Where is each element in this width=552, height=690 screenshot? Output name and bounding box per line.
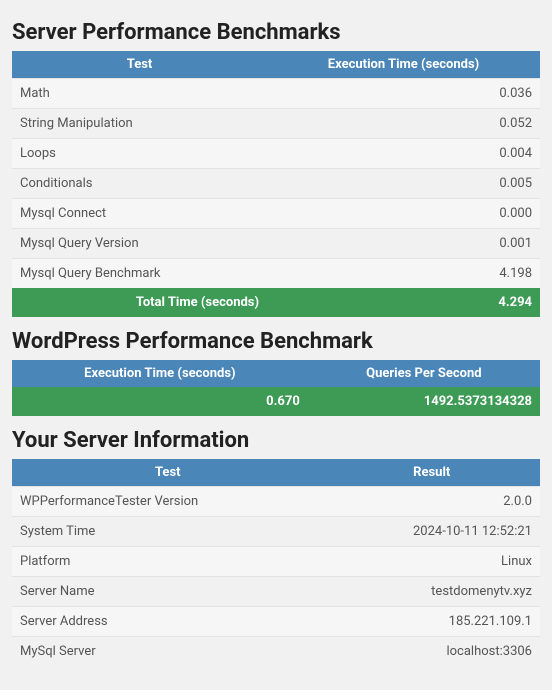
table-row: String Manipulation0.052 (12, 109, 540, 139)
test-name: String Manipulation (12, 109, 267, 139)
table-row: Conditionals0.005 (12, 169, 540, 199)
table-row: WPPerformanceTester Version2.0.0 (12, 487, 540, 517)
wp-qps: 1492.5373134328 (308, 387, 540, 416)
test-time: 0.001 (267, 229, 540, 259)
info-value: testdomenytv.xyz (323, 577, 540, 607)
test-time: 0.005 (267, 169, 540, 199)
total-label: Total Time (seconds) (12, 288, 267, 317)
table-row: Mysql Query Version0.001 (12, 229, 540, 259)
section2-title: WordPress Performance Benchmark (12, 329, 540, 354)
test-name: Mysql Query Benchmark (12, 259, 267, 289)
server-info-table: Test Result WPPerformanceTester Version2… (12, 459, 540, 666)
table-row: System Time2024-10-11 12:52:21 (12, 517, 540, 547)
info-key: System Time (12, 517, 323, 547)
wp-benchmark-table: Execution Time (seconds) Queries Per Sec… (12, 360, 540, 416)
total-row: Total Time (seconds) 4.294 (12, 288, 540, 317)
test-time: 0.004 (267, 139, 540, 169)
total-value: 4.294 (267, 288, 540, 317)
table-row: Mysql Query Benchmark4.198 (12, 259, 540, 289)
test-name: Math (12, 79, 267, 109)
info-value: localhost:3306 (323, 637, 540, 667)
test-name: Loops (12, 139, 267, 169)
col-exec-time-header: Execution Time (seconds) (12, 360, 308, 387)
info-key: Server Address (12, 607, 323, 637)
section3-title: Your Server Information (12, 428, 540, 453)
test-name: Mysql Connect (12, 199, 267, 229)
table-row: Server Address185.221.109.1 (12, 607, 540, 637)
test-time: 0.052 (267, 109, 540, 139)
test-name: Conditionals (12, 169, 267, 199)
test-name: Mysql Query Version (12, 229, 267, 259)
info-key: Platform (12, 547, 323, 577)
table-row: Server Nametestdomenytv.xyz (12, 577, 540, 607)
test-time: 4.198 (267, 259, 540, 289)
info-key: MySql Server (12, 637, 323, 667)
info-value: Linux (323, 547, 540, 577)
info-value: 185.221.109.1 (323, 607, 540, 637)
table-row: MySql Serverlocalhost:3306 (12, 637, 540, 667)
col-test-header: Test (12, 51, 267, 79)
col-qps-header: Queries Per Second (308, 360, 540, 387)
info-value: 2024-10-11 12:52:21 (323, 517, 540, 547)
info-value: 2.0.0 (323, 487, 540, 517)
test-time: 0.000 (267, 199, 540, 229)
table-row: PlatformLinux (12, 547, 540, 577)
info-key: Server Name (12, 577, 323, 607)
wp-benchmark-row: 0.670 1492.5373134328 (12, 387, 540, 416)
col-info-result-header: Result (323, 459, 540, 487)
col-info-test-header: Test (12, 459, 323, 487)
section1-title: Server Performance Benchmarks (12, 20, 540, 45)
table-row: Math0.036 (12, 79, 540, 109)
wp-exec-time: 0.670 (12, 387, 308, 416)
test-time: 0.036 (267, 79, 540, 109)
col-time-header: Execution Time (seconds) (267, 51, 540, 79)
table-row: Loops0.004 (12, 139, 540, 169)
info-key: WPPerformanceTester Version (12, 487, 323, 517)
server-benchmarks-table: Test Execution Time (seconds) Math0.036 … (12, 51, 540, 317)
table-row: Mysql Connect0.000 (12, 199, 540, 229)
